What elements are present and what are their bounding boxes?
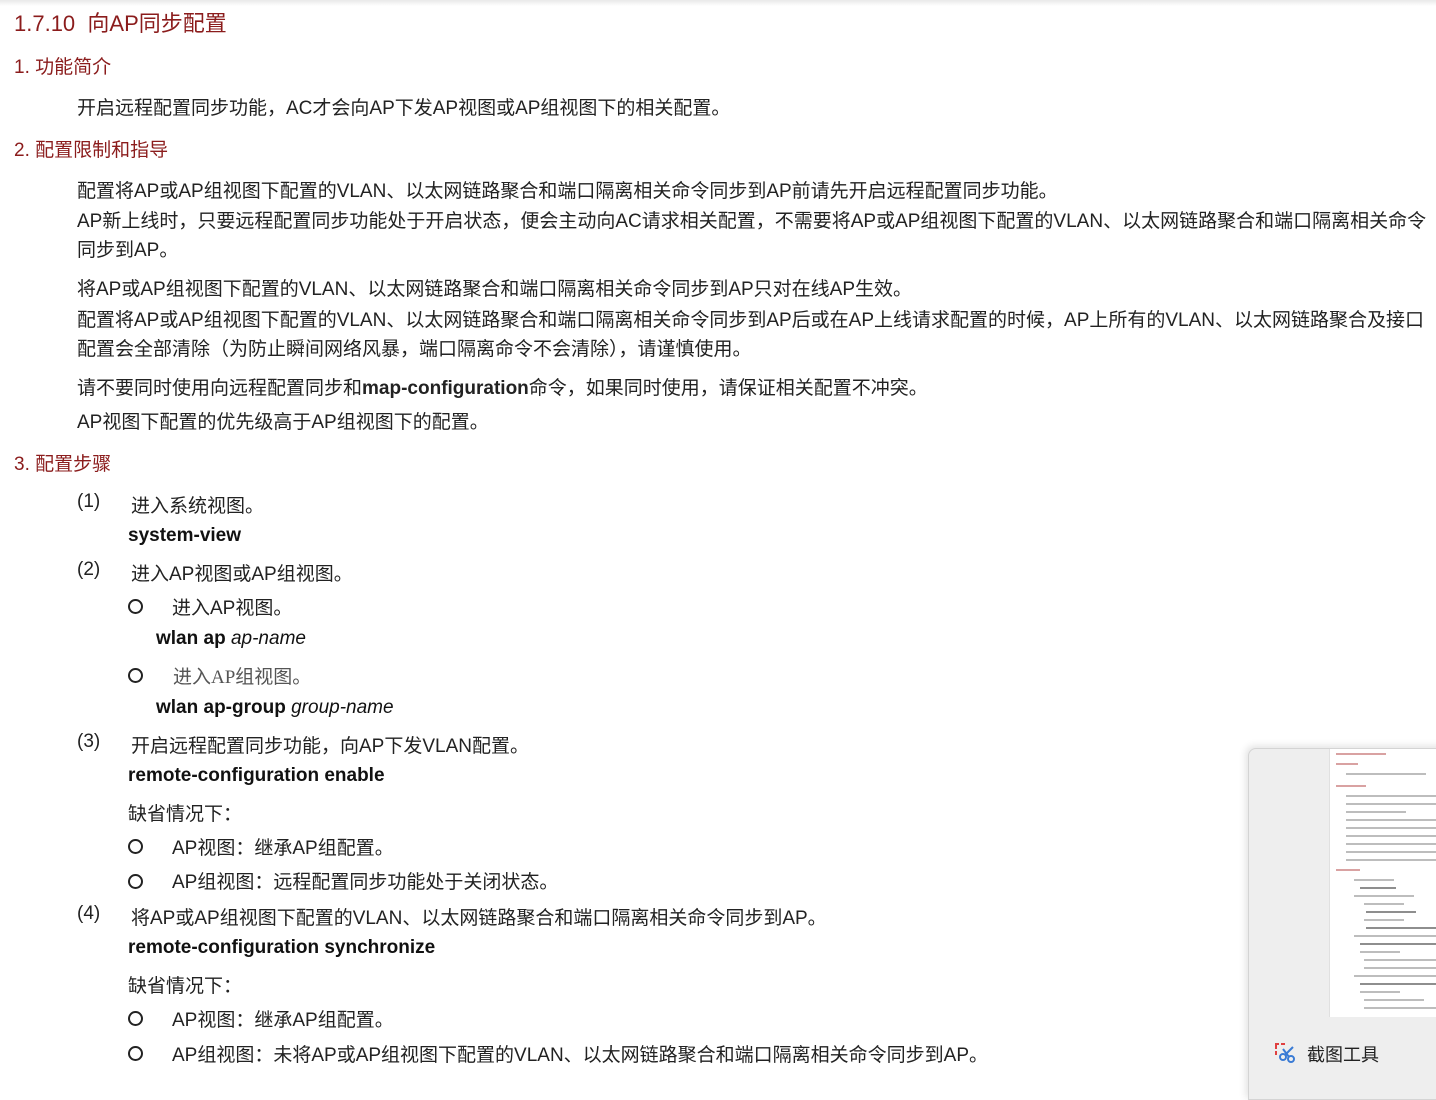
step-3-text: 开启远程配置同步功能，向AP下发VLAN配置。: [131, 736, 529, 757]
guide-paragraph-6: AP视图下配置的优先级高于AP组视图下的配置。: [77, 412, 489, 433]
snipping-tool-popup[interactable]: 截图工具: [1248, 748, 1436, 1100]
step-2-bullet-2-command: wlan ap-group group-name: [156, 697, 394, 718]
bullet-circle: [128, 1046, 143, 1061]
bullet-circle: [128, 874, 143, 889]
section-1-text: 开启远程配置同步功能，AC才会向AP下发AP视图或AP组视图下的相关配置。: [77, 98, 731, 119]
screenshot-thumbnail[interactable]: [1329, 749, 1436, 1017]
scissors-icon[interactable]: [1273, 1041, 1297, 1065]
guide-paragraph-2: AP新上线时，只要远程配置同步功能处于开启状态，便会主动向AC请求相关配置，不需…: [77, 211, 1427, 261]
step-2-bullet-2: 进入AP组视图。: [173, 667, 312, 688]
step-3-default-2: AP组视图：远程配置同步功能处于关闭状态。: [172, 872, 559, 893]
map-configuration-command: map-configuration: [362, 378, 529, 399]
step-1-text: 进入系统视图。: [131, 496, 265, 517]
page-title: 1.7.10 向AP同步配置: [14, 11, 227, 36]
step-3-default-1: AP视图：继承AP组配置。: [172, 838, 394, 859]
step-2-text: 进入AP视图或AP组视图。: [131, 564, 353, 585]
guide-paragraph-4: 配置将AP或AP组视图下配置的VLAN、以太网链路聚合和端口隔离相关命令同步到A…: [77, 310, 1424, 360]
step-2-bullet-1-command: wlan ap ap-name: [156, 628, 306, 649]
step-4-default-label: 缺省情况下：: [128, 976, 243, 997]
step-3-command: remote-configuration enable: [128, 765, 385, 786]
step-3-default-label: 缺省情况下：: [128, 804, 243, 825]
step-4-text: 将AP或AP组视图下配置的VLAN、以太网链路聚合和端口隔离相关命令同步到AP。: [131, 908, 827, 929]
bullet-circle: [128, 839, 143, 854]
section-3-title: 3. 配置步骤: [14, 454, 112, 475]
step-3-number: (3): [77, 731, 101, 752]
bullet-circle: [128, 1011, 143, 1026]
snipping-tool-label[interactable]: 截图工具: [1307, 1041, 1379, 1067]
step-4-default-1: AP视图：继承AP组配置。: [172, 1010, 394, 1031]
guide-paragraph-5: 请不要同时使用向远程配置同步和map-configuration命令，如果同时使…: [77, 378, 928, 399]
bullet-circle: [128, 599, 143, 614]
step-4-command: remote-configuration synchronize: [128, 937, 436, 958]
guide-paragraph-3: 将AP或AP组视图下配置的VLAN、以太网链路聚合和端口隔离相关命令同步到AP只…: [77, 279, 913, 300]
section-1-title: 1. 功能简介: [14, 57, 112, 78]
step-4-default-2: AP组视图：未将AP或AP组视图下配置的VLAN、以太网链路聚合和端口隔离相关命…: [172, 1045, 989, 1066]
step-2-number: (2): [77, 559, 101, 580]
bullet-circle: [128, 668, 143, 683]
section-2-title: 2. 配置限制和指导: [14, 140, 169, 161]
step-1-number: (1): [77, 491, 101, 512]
guide-paragraph-1: 配置将AP或AP组视图下配置的VLAN、以太网链路聚合和端口隔离相关命令同步到A…: [77, 181, 1058, 202]
step-4-number: (4): [77, 903, 101, 924]
step-1-command: system-view: [128, 525, 242, 546]
step-2-bullet-1: 进入AP视图。: [172, 598, 293, 619]
